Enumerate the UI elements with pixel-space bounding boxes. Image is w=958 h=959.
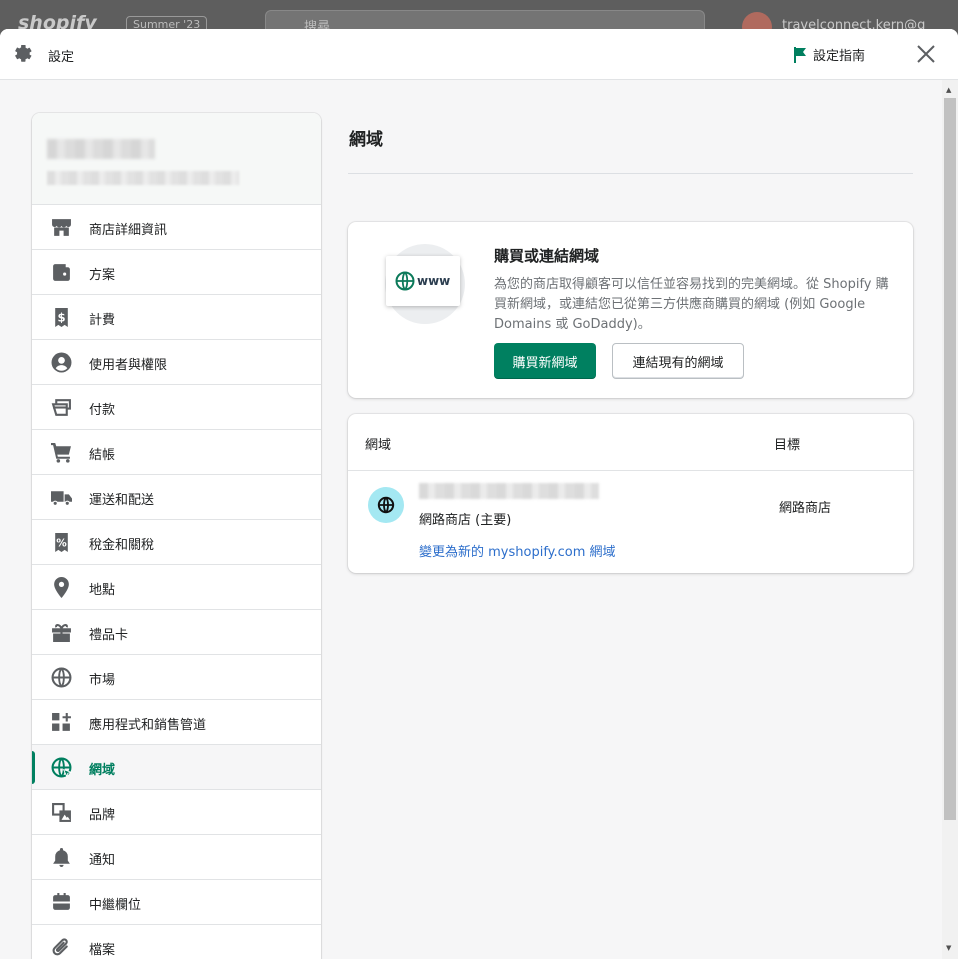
www-illustration: www [386,256,460,306]
scrollbar-thumb[interactable] [944,98,956,820]
store-icon [52,219,71,236]
brand-icon [52,803,71,822]
sidebar-item-label: 禮品卡 [89,628,129,643]
sidebar-item-payments[interactable]: 付款 [32,385,321,430]
connect-existing-domain-button[interactable]: 連結現有的網域 [612,343,744,379]
sidebar-item-label: 稅金和關稅 [89,538,155,553]
sidebar-item-label: 應用程式和銷售管道 [89,718,207,733]
markets-globe-icon [51,667,72,688]
billing-icon: $ [55,308,68,327]
sidebar-item-brand[interactable]: 品牌 [32,790,321,835]
bell-icon [53,848,70,867]
store-header [32,113,321,205]
sidebar-item-store-details[interactable]: 商店詳細資訊 [32,205,321,250]
sidebar-item-label: 商店詳細資訊 [89,223,168,238]
column-header-domain: 網域 [365,438,392,453]
modal-title: 設定 [48,50,75,65]
scroll-down-arrow[interactable]: ▼ [946,944,951,952]
settings-sidebar: 商店詳細資訊 方案 $ 計費 使用者與權限 付款 結帳 運送和配送 % 稅金和關… [32,113,321,959]
user-icon [51,352,72,373]
modal-header: 設定 設定指南 [0,29,958,80]
domain-subtitle: 網路商店 (主要) [419,513,512,528]
sidebar-item-plan[interactable]: 方案 [32,250,321,295]
sidebar-item-gift-cards[interactable]: 禮品卡 [32,610,321,655]
promo-title: 購買或連結網域 [494,247,600,265]
store-name-redacted [47,139,155,159]
sidebar-item-label: 運送和配送 [89,493,155,508]
setup-guide-button[interactable]: 設定指南 [793,45,865,64]
sidebar-item-label: 使用者與權限 [89,358,168,373]
scroll-up-arrow[interactable]: ▲ [946,86,951,94]
sidebar-item-checkout[interactable]: 結帳 [32,430,321,475]
buy-connect-domain-card: www 購買或連結網域 為您的商店取得顧客可以信任並容易找到的完美網域。從 Sh… [348,222,913,398]
plan-icon [53,264,70,281]
sidebar-item-markets[interactable]: 市場 [32,655,321,700]
svg-text:$: $ [57,311,65,325]
setup-guide-label: 設定指南 [813,49,866,64]
settings-modal: 設定 設定指南 商店詳細資訊 方案 $ 計費 使用者與權限 付款 結帳 運送和配… [0,29,958,959]
sidebar-item-label: 網域 [89,763,116,778]
tax-icon: % [55,533,68,552]
sidebar-item-files[interactable]: 檔案 [32,925,321,959]
payments-icon [51,399,71,416]
sidebar-item-shipping[interactable]: 運送和配送 [32,475,321,520]
flag-icon [794,46,806,63]
globe-icon [395,271,415,291]
sidebar-item-label: 市場 [89,673,116,688]
svg-text:%: % [56,538,67,550]
metafields-icon [53,893,70,910]
sidebar-item-label: 方案 [89,268,116,283]
buy-new-domain-button[interactable]: 購買新網域 [494,343,596,379]
sidebar-item-metafields[interactable]: 中繼欄位 [32,880,321,925]
sidebar-item-domains[interactable]: 網域 [32,745,321,790]
www-text: www [417,274,451,288]
page-title: 網域 [349,130,383,150]
sidebar-item-label: 通知 [89,853,116,868]
title-divider [348,173,913,174]
domain-name-redacted [419,483,599,499]
gift-icon [52,623,71,642]
sidebar-item-notifications[interactable]: 通知 [32,835,321,880]
sidebar-item-billing[interactable]: $ 計費 [32,295,321,340]
sidebar-item-taxes[interactable]: % 稅金和關稅 [32,520,321,565]
apps-icon [52,713,71,731]
sidebar-item-label: 檔案 [89,943,116,958]
domains-table-card: 網域 目標 網路商店 (主要) 網路商店 變更為新的 myshopify.com… [348,414,913,573]
globe-icon [377,496,395,514]
sidebar-item-label: 中繼欄位 [89,898,142,913]
sidebar-item-label: 品牌 [89,808,116,823]
sidebar-item-label: 結帳 [89,448,116,463]
location-icon [54,577,69,598]
sidebar-item-locations[interactable]: 地點 [32,565,321,610]
column-header-target: 目標 [774,438,801,453]
store-url-redacted [47,171,239,185]
domain-target: 網路商店 [779,501,832,516]
table-divider [348,470,913,471]
sidebar-item-label: 付款 [89,403,116,418]
change-myshopify-domain-link[interactable]: 變更為新的 myshopify.com 網域 [419,541,616,560]
close-icon[interactable] [915,43,937,65]
sidebar-item-users[interactable]: 使用者與權限 [32,340,321,385]
truck-icon [51,491,72,506]
cart-icon [51,443,71,463]
gear-icon [15,45,32,62]
sidebar-item-label: 計費 [89,313,116,328]
promo-description: 為您的商店取得顧客可以信任並容易找到的完美網域。從 Shopify 購買新網域，… [494,277,889,332]
paperclip-icon [52,938,68,956]
domain-badge [368,487,404,523]
domains-globe-icon [51,757,72,778]
sidebar-item-label: 地點 [89,583,116,598]
sidebar-item-apps[interactable]: 應用程式和銷售管道 [32,700,321,745]
